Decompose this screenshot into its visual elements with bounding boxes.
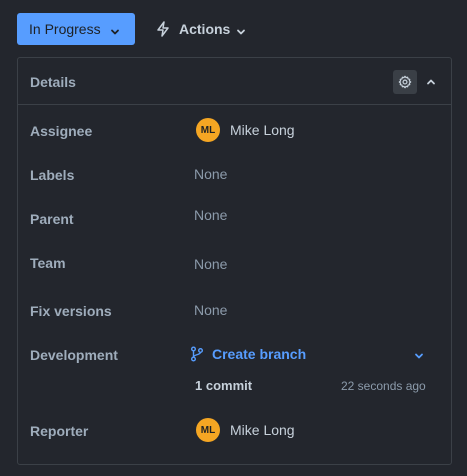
parent-label: Parent (30, 211, 74, 227)
reporter-label: Reporter (30, 423, 89, 439)
labels-label: Labels (30, 167, 75, 183)
details-panel-header[interactable]: Details (18, 58, 451, 105)
assignee-label: Assignee (30, 123, 93, 139)
avatar: ML (196, 118, 220, 142)
status-dropdown-button[interactable]: In Progress (17, 13, 135, 45)
commit-count-link[interactable]: 1 commit (195, 378, 252, 393)
lightning-bolt-icon (156, 21, 170, 40)
labels-value[interactable]: None (194, 166, 227, 182)
create-branch-link[interactable]: Create branch (190, 344, 306, 364)
chevron-down-icon (110, 24, 120, 40)
create-branch-label: Create branch (212, 346, 307, 362)
status-label: In Progress (29, 21, 101, 37)
commit-timestamp: 22 seconds ago (341, 379, 426, 393)
details-title: Details (30, 74, 76, 90)
collapse-details-button[interactable] (419, 70, 443, 94)
assignee-name[interactable]: Mike Long (230, 122, 295, 138)
parent-value[interactable]: None (194, 207, 227, 223)
development-label: Development (30, 347, 118, 363)
configure-fields-button[interactable] (393, 70, 417, 94)
team-value[interactable]: None (194, 256, 227, 272)
chevron-up-icon (426, 77, 436, 87)
reporter-name[interactable]: Mike Long (230, 422, 295, 438)
fix-versions-value[interactable]: None (194, 302, 227, 318)
gear-icon (398, 75, 412, 89)
chevron-down-icon (236, 24, 246, 40)
fix-versions-label: Fix versions (30, 303, 112, 319)
chevron-down-icon[interactable] (414, 348, 424, 366)
actions-dropdown-button[interactable]: Actions (150, 13, 254, 45)
issue-toolbar: In Progress Actions (0, 0, 467, 58)
actions-label: Actions (179, 21, 231, 37)
branch-icon (190, 346, 204, 362)
details-panel: Details Assignee ML Mike Long Labels Non… (17, 57, 452, 465)
avatar: ML (196, 418, 220, 442)
team-label: Team (30, 255, 66, 271)
